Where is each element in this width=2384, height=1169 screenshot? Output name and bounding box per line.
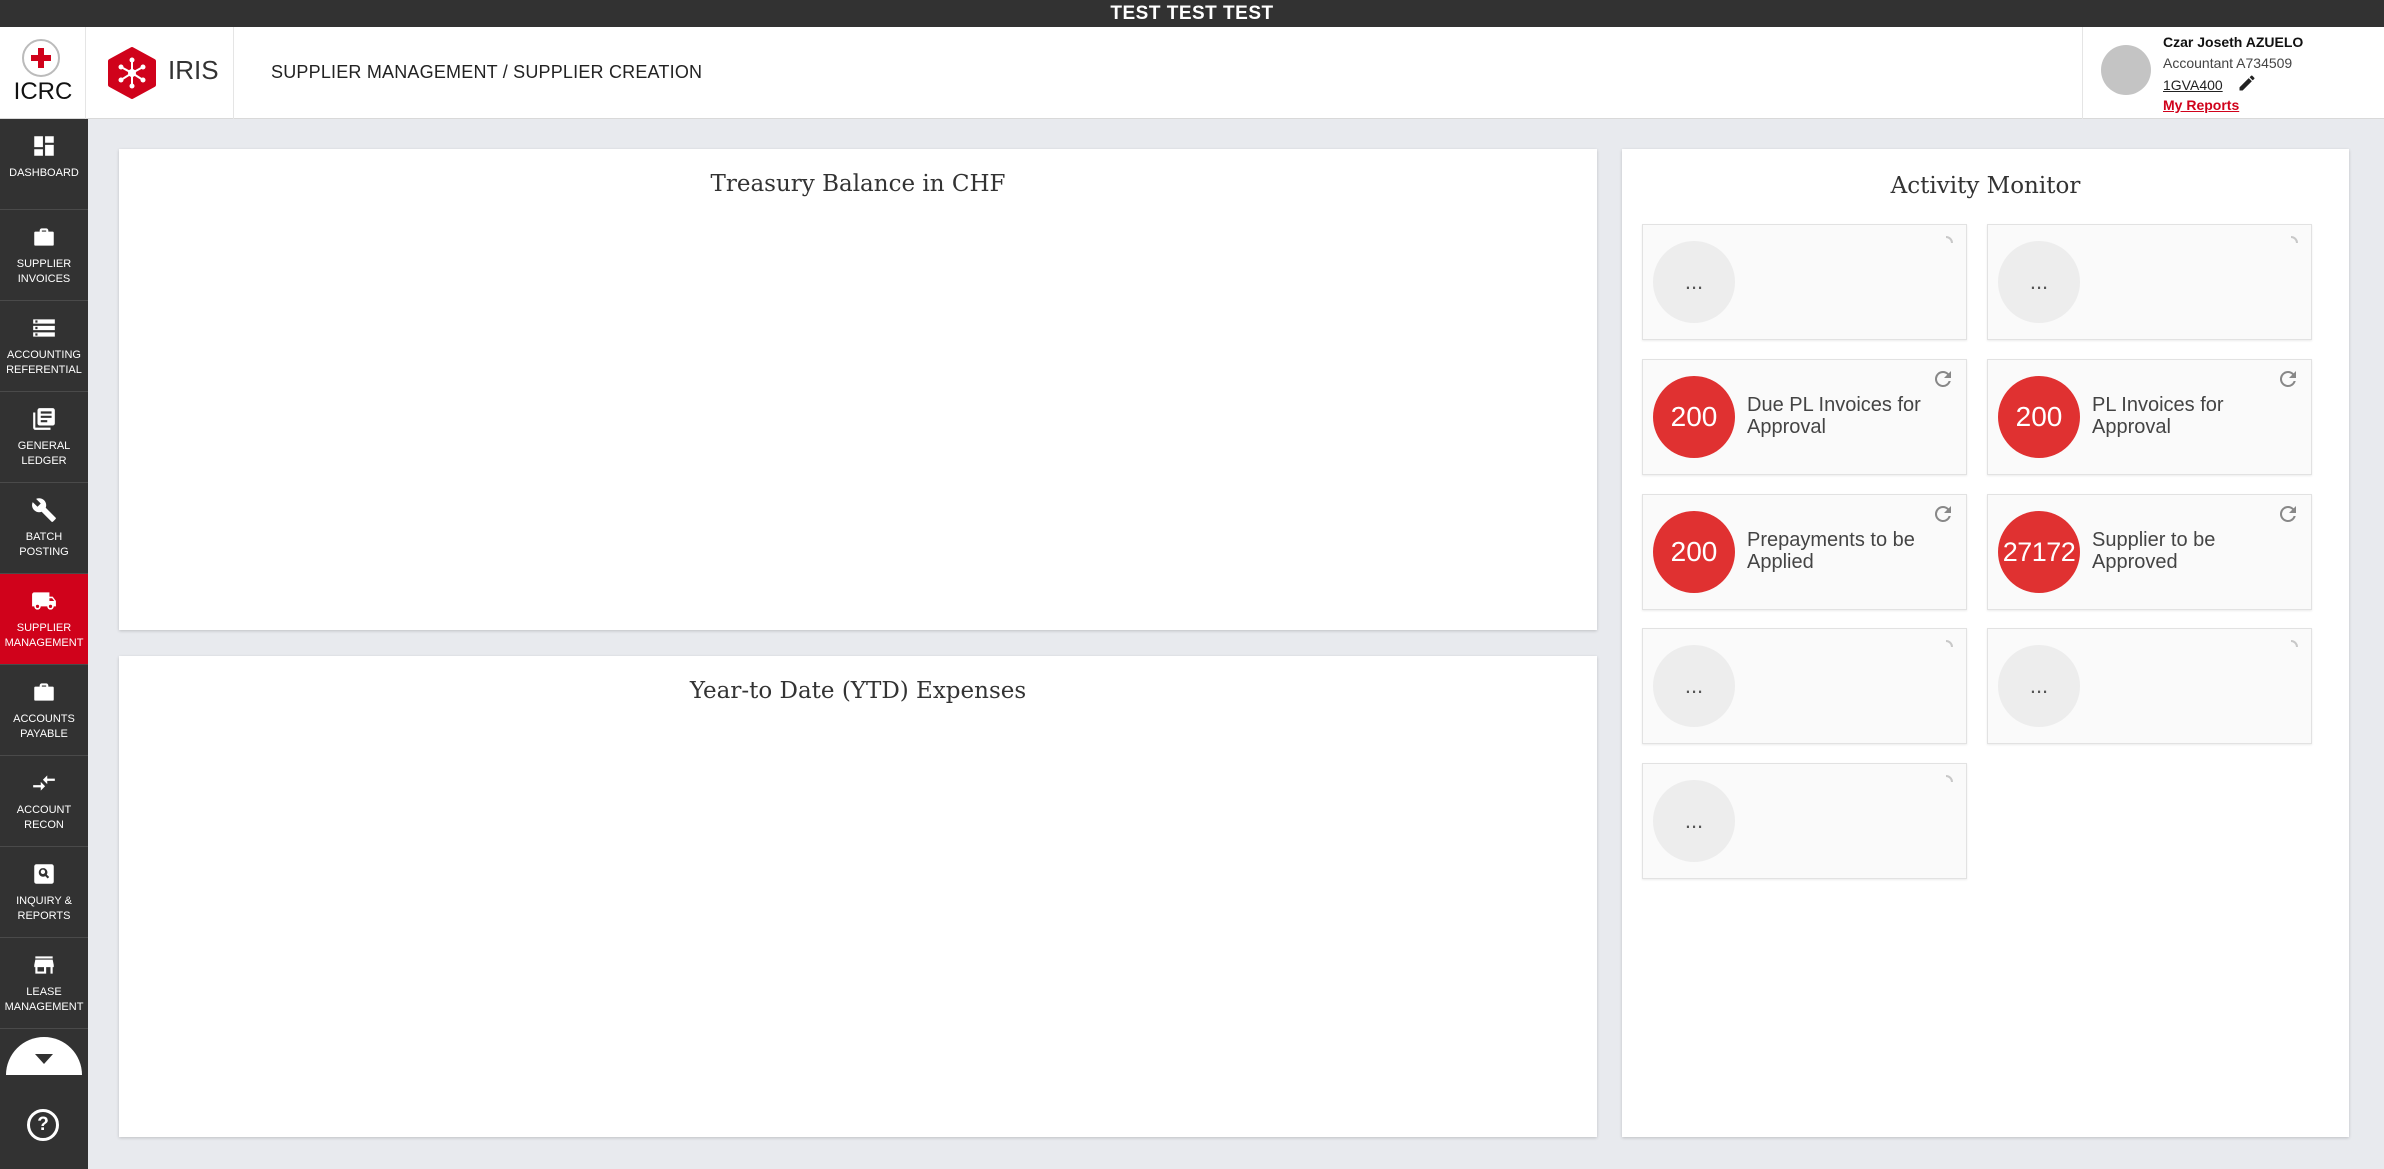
refresh-icon[interactable] (2276, 367, 2300, 391)
pencil-icon[interactable] (2237, 73, 2257, 93)
sidebar-item-label: SUPPLIER MANAGEMENT (4, 622, 84, 649)
sidebar-item-lease-management[interactable]: LEASE MANAGEMENT (0, 938, 88, 1029)
tile-value: ... (1653, 241, 1735, 323)
chevron-down-icon (35, 1054, 53, 1064)
help-icon[interactable]: ? (27, 1109, 59, 1141)
sidebar-item-label: LEASE MANAGEMENT (4, 986, 84, 1013)
tile-value: ... (1998, 241, 2080, 323)
tile-count: 200 (1653, 376, 1735, 458)
tile-label: Supplier to be Approved (2092, 529, 2216, 573)
icrc-logo[interactable]: ICRC (0, 27, 86, 119)
tile-value: ... (1653, 780, 1735, 862)
user-name: Czar Joseth AZUELO (2163, 34, 2304, 50)
activity-tile-supplier-approval[interactable]: 27172 Supplier to be Approved (1987, 494, 2312, 610)
ytd-expenses-title: Year-to Date (YTD) Expenses (689, 678, 1027, 704)
breadcrumb: SUPPLIER MANAGEMENT / SUPPLIER CREATION (271, 62, 703, 82)
tile-value: ... (1653, 645, 1735, 727)
ledger-icon (33, 408, 55, 430)
dashboard-icon (34, 136, 54, 156)
store-icon (34, 956, 54, 974)
sidebar-expand-button[interactable] (6, 1037, 82, 1075)
user-location-code-link[interactable]: 1GVA400 (2163, 77, 2223, 93)
wrench-icon (32, 498, 56, 522)
org-name: ICRC (13, 78, 73, 105)
iris-logo[interactable]: IRIS (86, 27, 234, 119)
red-cross-icon (22, 39, 60, 77)
tile-label: Due PL Invoices for Approval (1747, 394, 1921, 438)
briefcase-icon (34, 683, 54, 701)
activity-tile[interactable]: ... (1642, 628, 1967, 744)
tile-count: 200 (1998, 376, 2080, 458)
refresh-icon[interactable] (2276, 502, 2300, 526)
sidebar: DASHBOARD SUPPLIER INVOICES ACCOUNTING R… (0, 119, 88, 1169)
activity-monitor-panel: Activity Monitor ... ... 200 Due PL Invo… (1622, 149, 2349, 1137)
sidebar-item-label: DASHBOARD (9, 167, 79, 179)
sidebar-item-label: ACCOUNT RECON (16, 804, 72, 831)
sidebar-item-supplier-invoices[interactable]: SUPPLIER INVOICES (0, 210, 88, 301)
briefcase-icon (34, 228, 54, 246)
sidebar-item-label: SUPPLIER INVOICES (16, 258, 72, 285)
iris-hexagon-icon (108, 47, 156, 99)
user-panel: Czar Joseth AZUELO Accountant A734509 1G… (2082, 27, 2384, 119)
truck-icon (32, 592, 56, 610)
activity-monitor-title: Activity Monitor (1890, 173, 2081, 199)
user-role: Accountant A734509 (2163, 55, 2293, 71)
activity-tile[interactable]: ... (1642, 763, 1967, 879)
sidebar-item-label: ACCOUNTING REFERENTIAL (6, 349, 82, 376)
avatar[interactable] (2101, 45, 2151, 95)
sidebar-item-accounting-referential[interactable]: ACCOUNTING REFERENTIAL (0, 301, 88, 392)
tile-count: 200 (1653, 511, 1735, 593)
tile-label: PL Invoices for Approval (2092, 394, 2224, 438)
storage-icon (33, 319, 55, 337)
refresh-icon[interactable] (1931, 502, 1955, 526)
activity-tile-prepayments[interactable]: 200 Prepayments to be Applied (1642, 494, 1967, 610)
sidebar-item-batch-posting[interactable]: BATCH POSTING (0, 483, 88, 574)
sidebar-item-label: INQUIRY & REPORTS (16, 895, 72, 922)
ytd-expenses-panel: Year-to Date (YTD) Expenses (119, 656, 1597, 1137)
sidebar-item-label: ACCOUNTS PAYABLE (13, 713, 75, 740)
sidebar-item-supplier-management[interactable]: SUPPLIER MANAGEMENT (0, 574, 88, 665)
sidebar-item-label: GENERAL LEDGER (17, 440, 71, 467)
activity-tile[interactable]: ... (1642, 224, 1967, 340)
loading-spinner-icon (1945, 236, 1953, 244)
loading-spinner-icon (1945, 775, 1953, 783)
treasury-balance-panel: Treasury Balance in CHF (119, 149, 1597, 630)
sidebar-item-inquiry-reports[interactable]: INQUIRY & REPORTS (0, 847, 88, 938)
sidebar-item-accounts-payable[interactable]: ACCOUNTS PAYABLE (0, 665, 88, 756)
treasury-balance-title: Treasury Balance in CHF (710, 171, 1006, 197)
loading-spinner-icon (2290, 640, 2298, 648)
tile-value: ... (1998, 645, 2080, 727)
activity-tile-pl-invoices[interactable]: 200 PL Invoices for Approval (1987, 359, 2312, 475)
compare-arrows-icon (33, 775, 55, 791)
sidebar-item-label: BATCH POSTING (19, 531, 69, 558)
app-header: ICRC IRIS SUPPLIER MANAGEMENT / SUPPLIER… (0, 27, 2384, 119)
loading-spinner-icon (2290, 236, 2298, 244)
loading-spinner-icon (1945, 640, 1953, 648)
app-name: IRIS (168, 55, 219, 85)
activity-tile-due-pl-invoices[interactable]: 200 Due PL Invoices for Approval (1642, 359, 1967, 475)
refresh-icon[interactable] (1931, 367, 1955, 391)
environment-banner: TEST TEST TEST (0, 0, 2384, 27)
sidebar-item-account-recon[interactable]: ACCOUNT RECON (0, 756, 88, 847)
activity-tile[interactable]: ... (1987, 628, 2312, 744)
sidebar-item-general-ledger[interactable]: GENERAL LEDGER (0, 392, 88, 483)
search-doc-icon (34, 864, 54, 884)
sidebar-item-dashboard[interactable]: DASHBOARD (0, 119, 88, 210)
activity-tile[interactable]: ... (1987, 224, 2312, 340)
my-reports-link[interactable]: My Reports (2163, 97, 2239, 113)
tile-count: 27172 (1998, 511, 2080, 593)
tile-label: Prepayments to be Applied (1747, 529, 1915, 573)
